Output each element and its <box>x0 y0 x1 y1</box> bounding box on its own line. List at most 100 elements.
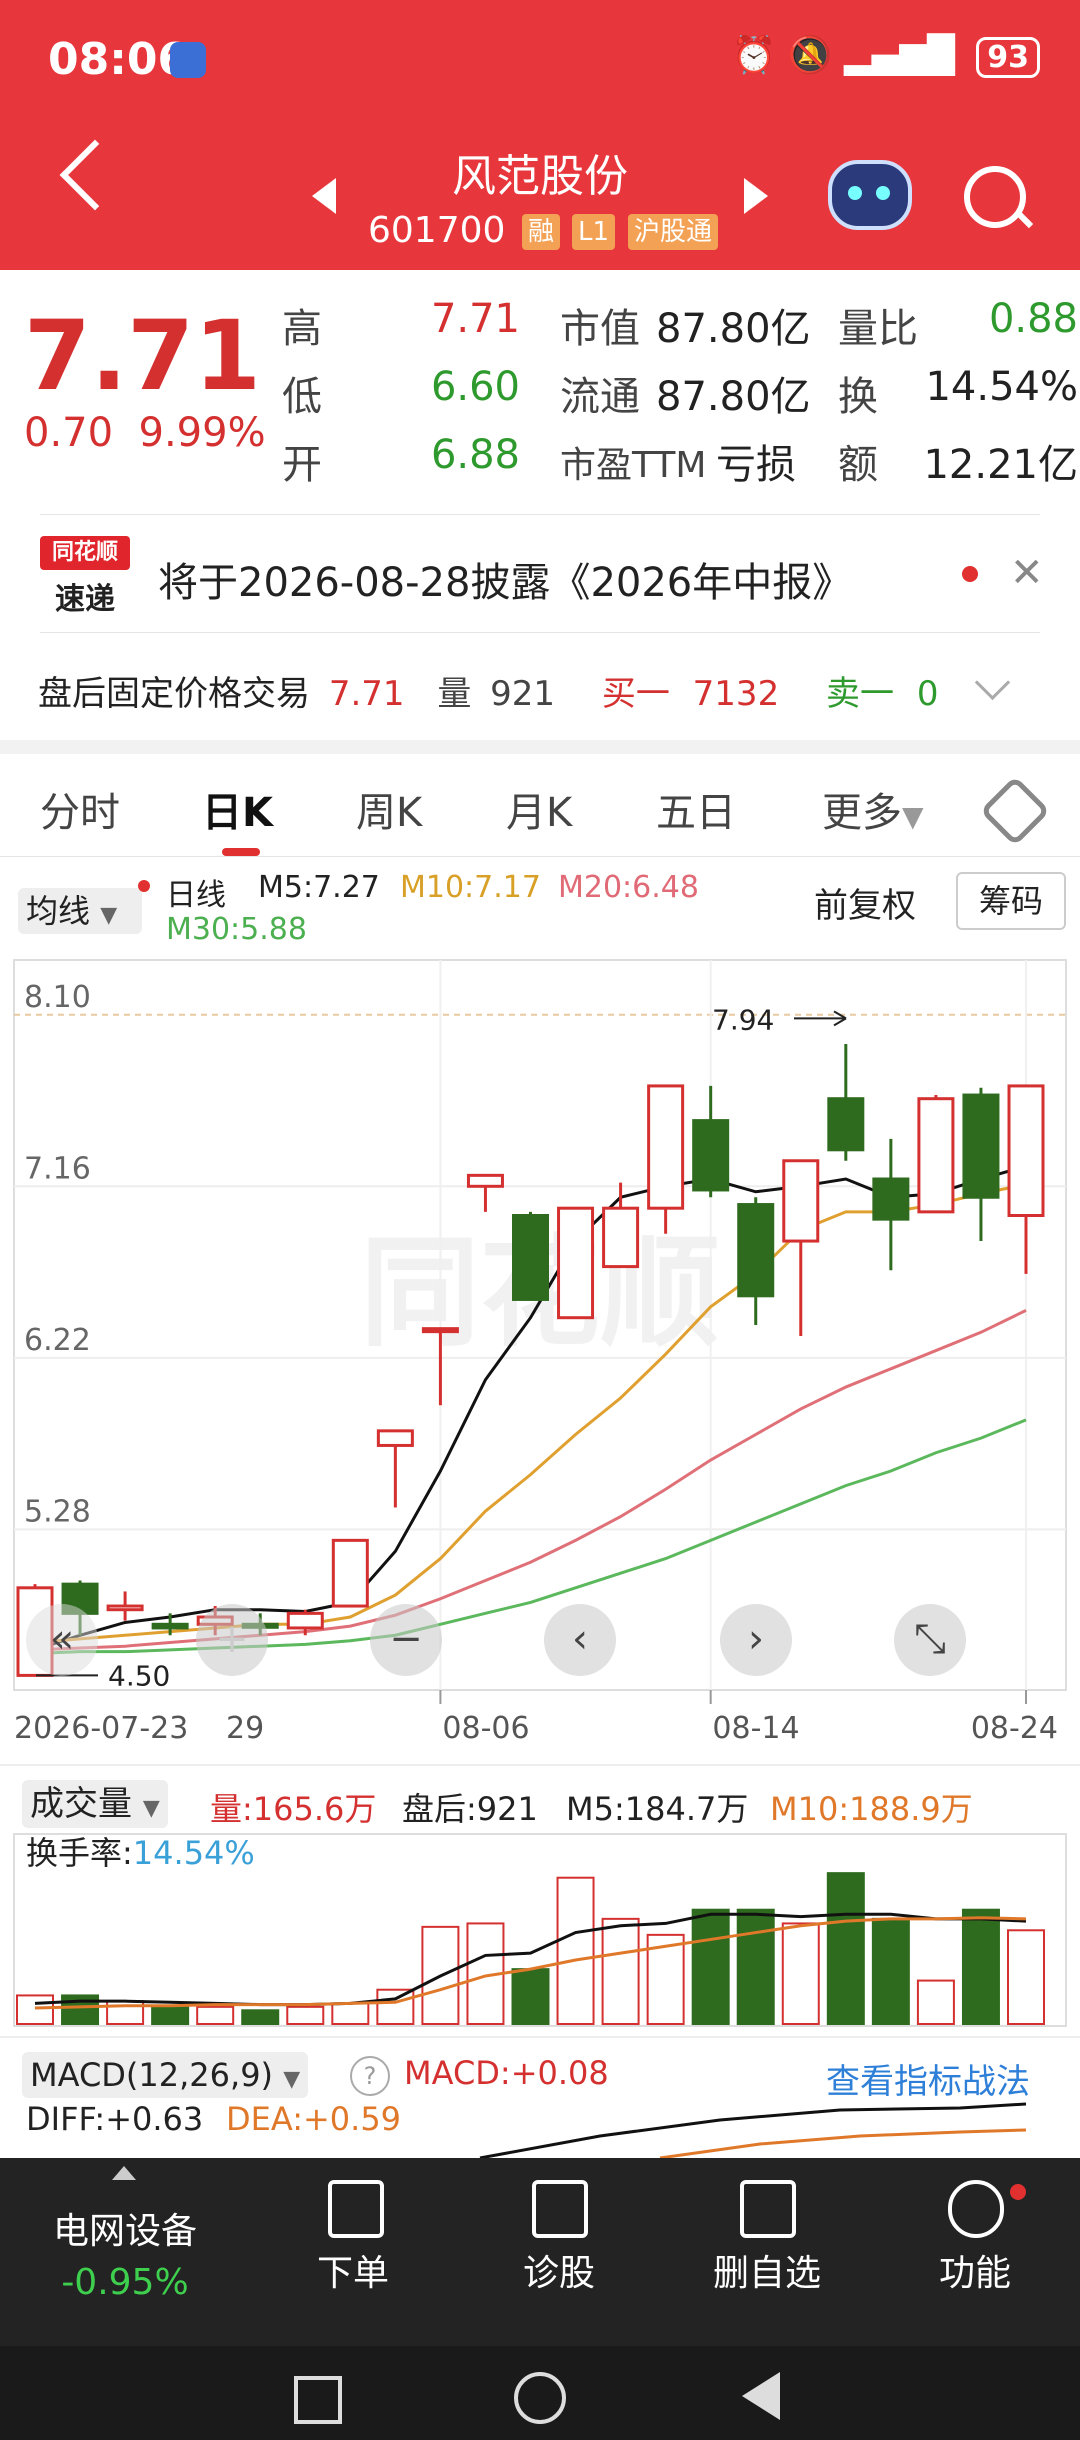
ma-select[interactable]: 均线 ▼ <box>18 888 142 934</box>
after-hours-row[interactable]: 盘后固定价格交易 7.71 量 921 买一 7132 卖一 0 <box>38 666 938 715</box>
tab-five-day[interactable]: 五日 <box>656 780 736 838</box>
bottom-nav: 电网设备 -0.95% 下单 诊股 删自选 功能 <box>0 2158 1080 2440</box>
min-label: 4.50 <box>108 1659 170 1692</box>
volume-bar <box>601 1917 640 2025</box>
divider <box>0 1764 1080 1766</box>
quote-label: 量比 <box>838 306 918 352</box>
quote-value: 6.88 <box>430 432 520 478</box>
diagnose-icon[interactable] <box>532 2180 588 2238</box>
volume-select[interactable]: 成交量 ▼ <box>22 1780 168 1828</box>
quote-value: 87.80亿 <box>656 306 811 352</box>
candle-body <box>692 1119 730 1192</box>
legend-m10: M10:7.17 <box>400 870 541 905</box>
candle-body <box>331 1538 369 1608</box>
divider <box>40 632 1040 633</box>
divider <box>0 2036 1080 2038</box>
candle-body <box>151 1622 189 1630</box>
current-price: 7.71 <box>24 300 261 412</box>
zoom-in-button-icon: + <box>215 1616 249 1662</box>
y-tick-label: 8.10 <box>24 980 91 1015</box>
chevron-down-icon[interactable] <box>974 664 1011 701</box>
quote-label: 低 <box>282 374 322 420</box>
quote-value: 0.88 <box>988 296 1078 342</box>
candle-body <box>827 1097 865 1152</box>
ma-line-m30 <box>34 1418 1027 1655</box>
volume-m10: M10:188.9万 <box>770 1790 973 1828</box>
volume-bar <box>781 1922 820 2025</box>
volume-bar <box>961 1908 1000 2025</box>
fullscreen-button-icon: ⤡ <box>914 1616 946 1662</box>
adjust-toggle[interactable]: 前复权 <box>814 878 916 927</box>
chips-button[interactable]: 筹码 <box>956 872 1066 930</box>
robot-assistant-icon[interactable] <box>828 160 912 230</box>
tab-daily-k[interactable]: 日K <box>202 780 273 838</box>
menu-icon[interactable] <box>948 2180 1004 2238</box>
volume-bar <box>556 1876 595 2026</box>
x-tick-label: 08-06 <box>442 1711 529 1740</box>
notice-text[interactable]: 将于2026-08-28披露《2026年中报》 <box>158 550 852 608</box>
recents-icon[interactable] <box>294 2376 342 2424</box>
quote-value: 亏损 <box>716 442 796 488</box>
volume-bar <box>736 1908 775 2025</box>
nav-remove-watchlist[interactable]: 删自选 <box>682 2244 852 2296</box>
back-nav-icon[interactable] <box>742 2372 780 2420</box>
tab-monthly-k[interactable]: 月K <box>506 780 572 838</box>
volume-value: 量:165.6万 <box>210 1790 377 1828</box>
candle-body <box>376 1429 414 1447</box>
quote-label: 开 <box>282 442 322 488</box>
nav-order[interactable]: 下单 <box>268 2244 438 2296</box>
home-icon[interactable] <box>514 2372 566 2424</box>
next-stock-icon[interactable] <box>744 178 768 214</box>
volume-bar <box>196 2005 235 2026</box>
legend-m5: M5:7.27 <box>258 870 380 905</box>
divider <box>0 856 1080 857</box>
candle-body <box>962 1093 1000 1199</box>
signal-icon: ▂▄▆█ <box>844 35 955 76</box>
y-tick-label: 6.22 <box>24 1323 91 1358</box>
y-tick-label: 7.16 <box>24 1151 91 1186</box>
remove-watchlist-icon[interactable] <box>740 2180 796 2238</box>
candle-body <box>872 1177 910 1221</box>
volume-bar <box>871 1917 910 2025</box>
candle-body <box>782 1159 820 1243</box>
tab-more[interactable]: 更多▼ <box>822 780 924 838</box>
candle-body <box>286 1611 324 1630</box>
order-icon[interactable] <box>328 2180 384 2238</box>
candle-body <box>1007 1084 1045 1217</box>
close-icon[interactable]: ✕ <box>1010 550 1044 596</box>
tag-l1: L1 <box>572 214 616 250</box>
sector-change: -0.95% <box>61 2262 189 2303</box>
volume-bar <box>511 1968 550 2025</box>
status-time: 08:06 <box>48 34 189 85</box>
quote-label: 高 <box>282 306 322 352</box>
max-label: 7.94 <box>712 1003 774 1036</box>
volume-m5: M5:184.7万 <box>566 1790 749 1828</box>
section-gap <box>0 740 1080 754</box>
tab-intraday[interactable]: 分时 <box>40 780 120 838</box>
expand-icon[interactable] <box>112 2166 136 2180</box>
nav-diagnose[interactable]: 诊股 <box>474 2244 644 2296</box>
candle-body <box>557 1206 595 1320</box>
candle-body <box>106 1604 144 1612</box>
status-icons: ⏰ 🔕 ▂▄▆█ 93 <box>731 34 1040 78</box>
scroll-left-button-icon: « <box>50 1616 74 1662</box>
sector-name[interactable]: 电网设备 <box>40 2202 210 2254</box>
x-tick-label: 08-24 <box>971 1711 1058 1740</box>
candle-body <box>466 1173 504 1188</box>
x-tick-label: 2026-07-23 <box>14 1711 188 1740</box>
volume-bar <box>241 2009 280 2026</box>
volume-bar <box>16 1994 54 2026</box>
quote-value: 14.54% <box>925 364 1078 410</box>
battery-icon: 93 <box>976 37 1040 78</box>
volume-bar <box>331 2002 370 2026</box>
kline-chart[interactable]: 同花顺8.107.166.225.287.944.50«+−‹›⤡2026-07… <box>0 950 1080 1740</box>
search-icon[interactable] <box>964 166 1026 228</box>
tag-connect: 沪股通 <box>628 214 719 250</box>
tab-weekly-k[interactable]: 周K <box>356 780 422 838</box>
settings-icon[interactable] <box>979 775 1051 847</box>
volume-chart[interactable] <box>0 1830 1080 2030</box>
app-notification-icon <box>170 42 206 78</box>
nav-functions[interactable]: 功能 <box>890 2244 1060 2296</box>
legend-m30: M30:5.88 <box>166 912 307 947</box>
volume-bar <box>151 2005 190 2026</box>
